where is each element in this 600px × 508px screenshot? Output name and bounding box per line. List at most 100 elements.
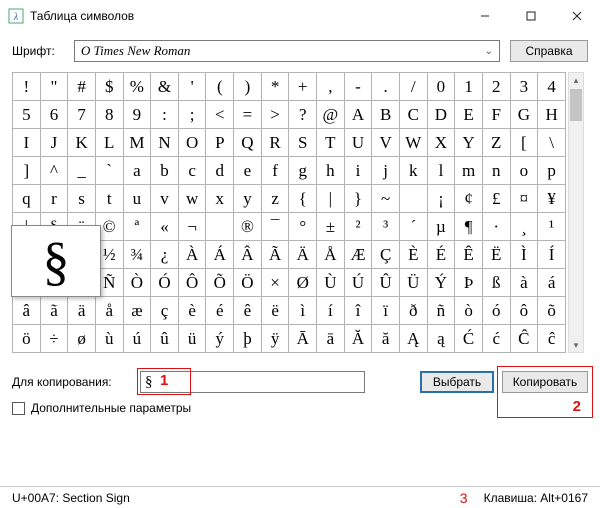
grid-cell[interactable]: Q (234, 129, 262, 157)
grid-cell[interactable] (399, 185, 427, 213)
grid-cell[interactable]: ó (482, 297, 510, 325)
grid-cell[interactable]: N (151, 129, 179, 157)
grid-cell[interactable]: « (151, 213, 179, 241)
grid-cell[interactable]: ® (234, 213, 262, 241)
grid-cell[interactable]: ÿ (261, 325, 289, 353)
grid-cell[interactable]: D (427, 101, 455, 129)
grid-cell[interactable]: é (206, 297, 234, 325)
grid-cell[interactable]: s (68, 185, 96, 213)
grid-cell[interactable]: À (178, 241, 206, 269)
grid-cell[interactable]: - (344, 73, 372, 101)
grid-cell[interactable]: ` (95, 157, 123, 185)
grid-cell[interactable]: J (40, 129, 68, 157)
grid-cell[interactable]: " (40, 73, 68, 101)
grid-cell[interactable]: v (151, 185, 179, 213)
grid-cell[interactable]: Ĉ (510, 325, 538, 353)
grid-cell[interactable]: W (399, 129, 427, 157)
grid-cell[interactable]: à (510, 269, 538, 297)
grid-cell[interactable]: H (538, 101, 566, 129)
grid-cell[interactable]: i (344, 157, 372, 185)
grid-cell[interactable]: ¿ (151, 241, 179, 269)
grid-cell[interactable]: T (317, 129, 345, 157)
advanced-checkbox[interactable] (12, 402, 25, 415)
grid-cell[interactable]: h (317, 157, 345, 185)
grid-cell[interactable]: ( (206, 73, 234, 101)
scroll-down-icon[interactable]: ▾ (569, 338, 583, 352)
grid-cell[interactable]: Ă (344, 325, 372, 353)
grid-cell[interactable]: q (13, 185, 41, 213)
grid-cell[interactable]: µ (427, 213, 455, 241)
grid-cell[interactable]: w (178, 185, 206, 213)
grid-cell[interactable]: 2 (482, 73, 510, 101)
grid-cell[interactable]: ¡ (427, 185, 455, 213)
grid-cell[interactable]: 6 (40, 101, 68, 129)
grid-cell[interactable]: 9 (123, 101, 151, 129)
grid-cell[interactable]: ? (289, 101, 317, 129)
grid-cell[interactable]: 5 (13, 101, 41, 129)
grid-cell[interactable]: j (372, 157, 400, 185)
grid-cell[interactable]: % (123, 73, 151, 101)
grid-cell[interactable]: 3 (510, 73, 538, 101)
grid-cell[interactable]: ç (151, 297, 179, 325)
grid-cell[interactable]: Á (206, 241, 234, 269)
grid-cell[interactable]: C (399, 101, 427, 129)
grid-cell[interactable]: t (95, 185, 123, 213)
grid-cell[interactable]: ¸ (510, 213, 538, 241)
grid-cell[interactable]: K (68, 129, 96, 157)
scroll-thumb[interactable] (570, 89, 582, 121)
grid-cell[interactable]: Ç (372, 241, 400, 269)
grid-cell[interactable]: G (510, 101, 538, 129)
grid-cell[interactable]: ¢ (455, 185, 483, 213)
grid-cell[interactable]: , (317, 73, 345, 101)
grid-cell[interactable]: Å (317, 241, 345, 269)
grid-cell[interactable]: ü (178, 325, 206, 353)
grid-cell[interactable]: Ò (123, 269, 151, 297)
grid-cell[interactable]: E (455, 101, 483, 129)
grid-cell[interactable]: ö (13, 325, 41, 353)
maximize-button[interactable] (508, 0, 554, 32)
grid-cell[interactable]: ä (68, 297, 96, 325)
grid-cell[interactable]: ¤ (510, 185, 538, 213)
grid-cell[interactable]: b (151, 157, 179, 185)
grid-cell[interactable]: Ë (482, 241, 510, 269)
grid-cell[interactable]: ° (289, 213, 317, 241)
grid-cell[interactable]: ð (399, 297, 427, 325)
grid-cell[interactable]: è (178, 297, 206, 325)
grid-cell[interactable]: ¶ (455, 213, 483, 241)
grid-cell[interactable]: ¯ (261, 213, 289, 241)
grid-cell[interactable]: l (427, 157, 455, 185)
grid-cell[interactable]: ù (95, 325, 123, 353)
grid-cell[interactable]: ¹ (538, 213, 566, 241)
grid-cell[interactable]: [ (510, 129, 538, 157)
grid-cell[interactable]: d (206, 157, 234, 185)
grid-cell[interactable]: Ê (455, 241, 483, 269)
grid-cell[interactable]: ā (317, 325, 345, 353)
grid-cell[interactable]: $ (95, 73, 123, 101)
grid-cell[interactable]: Ô (178, 269, 206, 297)
grid-cell[interactable]: ; (178, 101, 206, 129)
grid-cell[interactable]: \ (538, 129, 566, 157)
grid-cell[interactable]: Ó (151, 269, 179, 297)
grid-cell[interactable]: ć (482, 325, 510, 353)
grid-cell[interactable]: c (178, 157, 206, 185)
grid-cell[interactable]: A (344, 101, 372, 129)
grid-cell[interactable]: ¾ (123, 241, 151, 269)
grid-cell[interactable]: } (344, 185, 372, 213)
grid-cell[interactable]: . (372, 73, 400, 101)
grid-cell[interactable]: 8 (95, 101, 123, 129)
grid-cell[interactable]: = (234, 101, 262, 129)
grid-cell[interactable]: · (482, 213, 510, 241)
grid-cell[interactable]: Õ (206, 269, 234, 297)
grid-cell[interactable]: * (261, 73, 289, 101)
grid-cell[interactable]: L (95, 129, 123, 157)
grid-cell[interactable]: õ (538, 297, 566, 325)
grid-cell[interactable]: V (372, 129, 400, 157)
grid-cell[interactable]: Û (372, 269, 400, 297)
grid-cell[interactable]: ¬ (178, 213, 206, 241)
grid-cell[interactable]: ^ (40, 157, 68, 185)
grid-cell[interactable]: þ (234, 325, 262, 353)
grid-cell[interactable]: S (289, 129, 317, 157)
grid-cell[interactable]: ú (123, 325, 151, 353)
grid-cell[interactable]: í (317, 297, 345, 325)
grid-cell[interactable]: & (151, 73, 179, 101)
